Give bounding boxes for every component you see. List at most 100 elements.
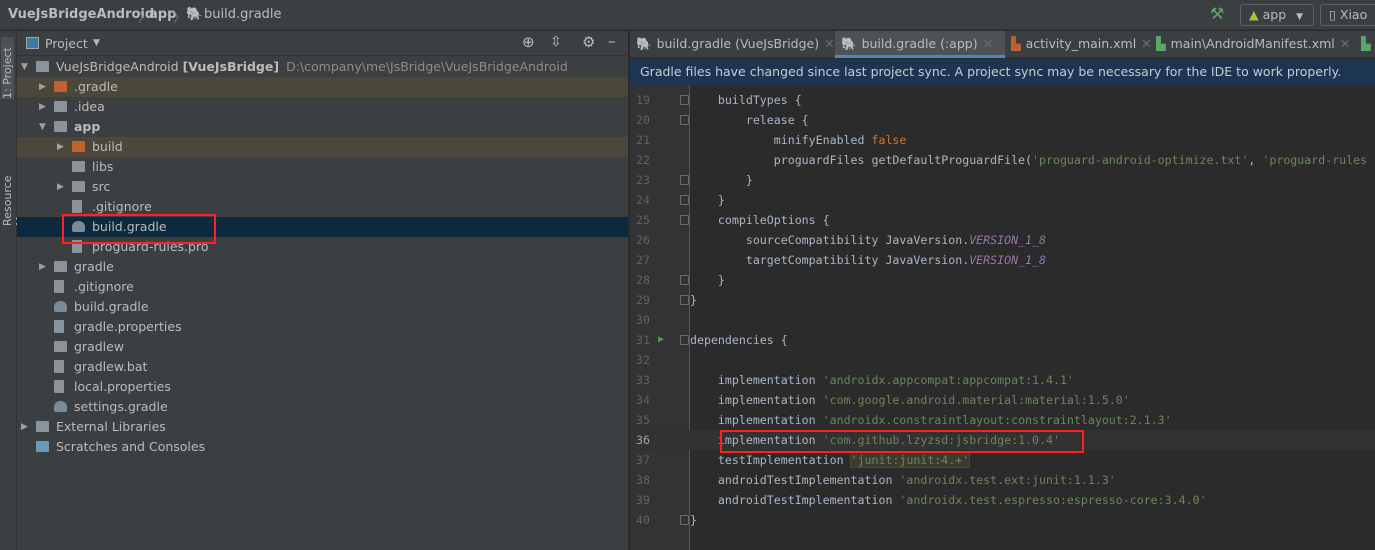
gear-icon[interactable]: ⚙ bbox=[582, 33, 595, 51]
collapse-arrow-icon[interactable]: ▶ bbox=[39, 97, 46, 117]
tree-item-name: VueJsBridgeAndroid bbox=[56, 59, 179, 74]
breadcrumb-project[interactable]: VueJsBridgeAndroid bbox=[8, 7, 154, 22]
code-text: implementation 'androidx.appcompat:appco… bbox=[690, 370, 1074, 390]
code-token: androidTestImplementation bbox=[690, 493, 900, 507]
tree-item[interactable]: ▶ External Libraries bbox=[17, 417, 628, 437]
tree-item-name: src bbox=[92, 179, 111, 194]
tree-item-name: External Libraries bbox=[56, 419, 166, 434]
collapse-arrow-icon[interactable]: ▶ bbox=[21, 417, 28, 437]
tab-activity-main-xml[interactable]: ▙ activity_main.xml ✕ bbox=[1005, 31, 1152, 58]
tab-d[interactable]: ▙d bbox=[1355, 31, 1375, 58]
code-token: implementation bbox=[690, 413, 823, 427]
code-line: 32 bbox=[630, 350, 1375, 370]
code-token: implementation bbox=[690, 393, 823, 407]
fold-marker-icon[interactable] bbox=[680, 175, 689, 185]
tab-label: build.gradle (:app) bbox=[861, 36, 978, 51]
tree-item-name: build bbox=[92, 139, 123, 154]
code-token: VERSION_1_8 bbox=[969, 253, 1046, 267]
collapse-all-icon[interactable]: ⇳ bbox=[550, 34, 562, 50]
code-token: minifyEnabled bbox=[690, 133, 872, 147]
code-text: compileOptions { bbox=[690, 210, 830, 230]
fold-marker-icon[interactable] bbox=[680, 295, 689, 305]
close-icon[interactable]: ✕ bbox=[824, 36, 834, 51]
project-view-selector[interactable]: Project bbox=[45, 36, 88, 51]
tree-item[interactable]: Scratches and Consoles bbox=[17, 437, 628, 457]
collapse-arrow-icon[interactable]: ▶ bbox=[57, 137, 64, 157]
expand-arrow-icon[interactable]: ▼ bbox=[39, 117, 46, 137]
tree-item[interactable]: local.properties bbox=[17, 377, 628, 397]
code-token: targetCompatibility JavaVersion. bbox=[690, 253, 970, 267]
tree-item-label: local.properties bbox=[74, 377, 171, 397]
chevron-down-icon[interactable]: ▼ bbox=[93, 38, 100, 48]
collapse-arrow-icon[interactable]: ▶ bbox=[39, 257, 46, 277]
fold-marker-icon[interactable] bbox=[680, 95, 689, 105]
tree-item[interactable]: gradlew.bat bbox=[17, 357, 628, 377]
tree-item[interactable]: .gitignore bbox=[17, 277, 628, 297]
tree-item[interactable]: ▶ gradle bbox=[17, 257, 628, 277]
tab-build-gradle-vuejsbridge-[interactable]: 🐘 build.gradle (VueJsBridge) ✕ bbox=[630, 31, 835, 58]
fold-marker-icon[interactable] bbox=[680, 115, 689, 125]
folder-orange-icon bbox=[54, 81, 67, 92]
fold-marker-icon[interactable] bbox=[680, 215, 689, 225]
code-text: testImplementation 'junit:junit:4.+' bbox=[690, 450, 971, 470]
tree-item[interactable]: settings.gradle bbox=[17, 397, 628, 417]
line-number: 30 bbox=[636, 313, 650, 327]
code-token: 'com.google.android.material:material:1.… bbox=[822, 393, 1130, 407]
run-config-dropdown[interactable]: ▲ app ▼ bbox=[1240, 4, 1314, 26]
line-number: 26 bbox=[636, 233, 650, 247]
breadcrumb-file[interactable]: build.gradle bbox=[204, 7, 282, 22]
tab-build-gradle-app-[interactable]: 🐘 build.gradle (:app) ✕ bbox=[835, 31, 1005, 58]
build-hammer-icon[interactable]: ⚒ bbox=[1210, 4, 1224, 23]
android-icon: ▲ bbox=[1249, 7, 1259, 22]
tree-item-name: gradle bbox=[74, 259, 114, 274]
collapse-arrow-icon[interactable]: ▶ bbox=[57, 177, 64, 197]
device-icon: ▯ bbox=[1329, 7, 1336, 22]
run-gutter-icon[interactable]: ▶ bbox=[658, 330, 664, 350]
tree-item[interactable]: ▼ app bbox=[17, 117, 628, 137]
tree-item-name: .gitignore bbox=[92, 199, 152, 214]
tab-main-androidmanifest-xml[interactable]: ▙ main\AndroidManifest.xml ✕ bbox=[1150, 31, 1355, 58]
collapse-arrow-icon[interactable]: ▶ bbox=[39, 77, 46, 97]
tree-item-name: Scratches and Consoles bbox=[56, 439, 206, 454]
tree-item[interactable]: gradle.properties bbox=[17, 317, 628, 337]
code-token: sourceCompatibility JavaVersion. bbox=[690, 233, 970, 247]
tree-item-name: gradle.properties bbox=[74, 319, 182, 334]
tab-label: activity_main.xml bbox=[1025, 36, 1137, 51]
close-icon[interactable]: ✕ bbox=[983, 36, 993, 51]
code-line: 28 } bbox=[630, 270, 1375, 290]
line-number: 20 bbox=[636, 113, 650, 127]
tree-item[interactable]: gradlew bbox=[17, 337, 628, 357]
tree-item[interactable]: ▶ src bbox=[17, 177, 628, 197]
navigation-bar: VueJsBridgeAndroid 〉 app 〉 🐘 build.gradl… bbox=[0, 0, 1375, 30]
expand-arrow-icon[interactable]: ▼ bbox=[21, 57, 28, 77]
tree-item[interactable]: libs bbox=[17, 157, 628, 177]
locate-icon[interactable]: ⊕ bbox=[522, 33, 535, 51]
gradle-icon: 🐘 bbox=[636, 36, 652, 51]
fold-marker-icon[interactable] bbox=[680, 335, 689, 345]
editor: 🐘 build.gradle (VueJsBridge) ✕ 🐘 build.gradl… bbox=[630, 31, 1375, 550]
project-tool-tab[interactable]: 1: Project bbox=[1, 37, 14, 99]
code-text: androidTestImplementation 'androidx.test… bbox=[690, 490, 1207, 510]
tree-item[interactable]: ▶ .gradle bbox=[17, 77, 628, 97]
file-icon bbox=[72, 200, 82, 213]
breadcrumb-separator: 〉 bbox=[173, 11, 187, 26]
folder-icon bbox=[72, 161, 85, 172]
minimize-icon[interactable]: – bbox=[608, 32, 616, 50]
tree-item[interactable]: ▼ VueJsBridgeAndroid [VueJsBridge] D:\compa… bbox=[17, 57, 628, 77]
tree-item[interactable]: ▶ build bbox=[17, 137, 628, 157]
tree-item[interactable]: build.gradle bbox=[17, 297, 628, 317]
close-icon[interactable]: ✕ bbox=[1340, 36, 1350, 51]
line-number: 21 bbox=[636, 133, 650, 147]
code-token: 'proguard-android-optimize.txt' bbox=[1032, 153, 1249, 167]
fold-marker-icon[interactable] bbox=[680, 275, 689, 285]
code-line: 39 androidTestImplementation 'androidx.t… bbox=[630, 490, 1375, 510]
tree-item-name: gradlew bbox=[74, 339, 125, 354]
gradle-props-icon bbox=[54, 320, 64, 333]
code-token: implementation bbox=[690, 373, 823, 387]
fold-marker-icon[interactable] bbox=[680, 195, 689, 205]
tree-item[interactable]: ▶ .idea bbox=[17, 97, 628, 117]
tree-item-name: .gradle bbox=[74, 79, 118, 94]
device-dropdown[interactable]: ▯ Xiao bbox=[1320, 4, 1375, 26]
code-token: } bbox=[690, 173, 753, 187]
fold-marker-icon[interactable] bbox=[680, 515, 689, 525]
